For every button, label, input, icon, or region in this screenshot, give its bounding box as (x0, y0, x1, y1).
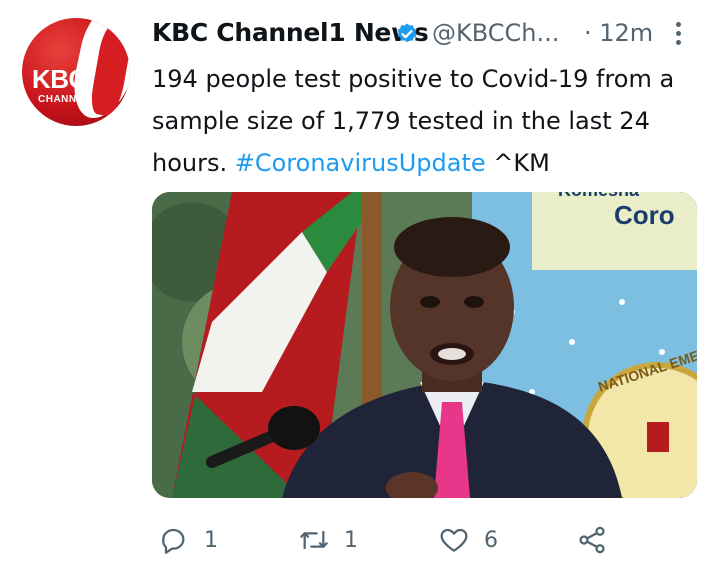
retweet-count: 1 (344, 527, 358, 553)
retweet-icon (300, 530, 328, 550)
tweet-text: 194 people test positive to Covid-19 fro… (152, 58, 708, 184)
verified-badge-icon (397, 23, 417, 43)
tweet-image[interactable]: Komesha Coro NATIONAL EME (152, 192, 697, 498)
author-handle[interactable]: @KBCCh... (432, 19, 559, 47)
share-button[interactable] (576, 520, 608, 560)
tweet-signature: ^KM (493, 149, 550, 177)
reply-icon (162, 528, 185, 554)
tweet-actions: 1 1 6 (152, 520, 672, 560)
retweet-button[interactable]: 1 (298, 520, 358, 560)
share-icon (579, 526, 605, 554)
banner-text-top: Komesha (558, 192, 640, 200)
avatar[interactable]: KBC CHANNEL (22, 18, 130, 126)
like-count: 6 (484, 527, 498, 553)
like-button[interactable]: 6 (438, 520, 498, 560)
avatar-logo-subtext: CHANNEL (38, 94, 91, 105)
tweet-timestamp[interactable]: · 12m (584, 19, 653, 47)
tweet-card[interactable]: KBC CHANNEL KBC Channel1 News @KBCCh... … (0, 0, 720, 578)
author-name[interactable]: KBC Channel1 News (152, 18, 429, 47)
more-options-icon[interactable] (672, 22, 684, 50)
reply-button[interactable]: 1 (158, 520, 218, 560)
like-icon (440, 528, 468, 552)
hashtag-link[interactable]: #CoronavirusUpdate (235, 149, 486, 177)
tweet-header: KBC Channel1 News @KBCCh... · 12m (152, 18, 712, 54)
reply-count: 1 (204, 527, 218, 553)
photo-speaker-at-podium: Komesha Coro NATIONAL EME (152, 192, 697, 498)
avatar-logo-text: KBC (32, 64, 87, 94)
banner-text: Coro (614, 200, 675, 230)
